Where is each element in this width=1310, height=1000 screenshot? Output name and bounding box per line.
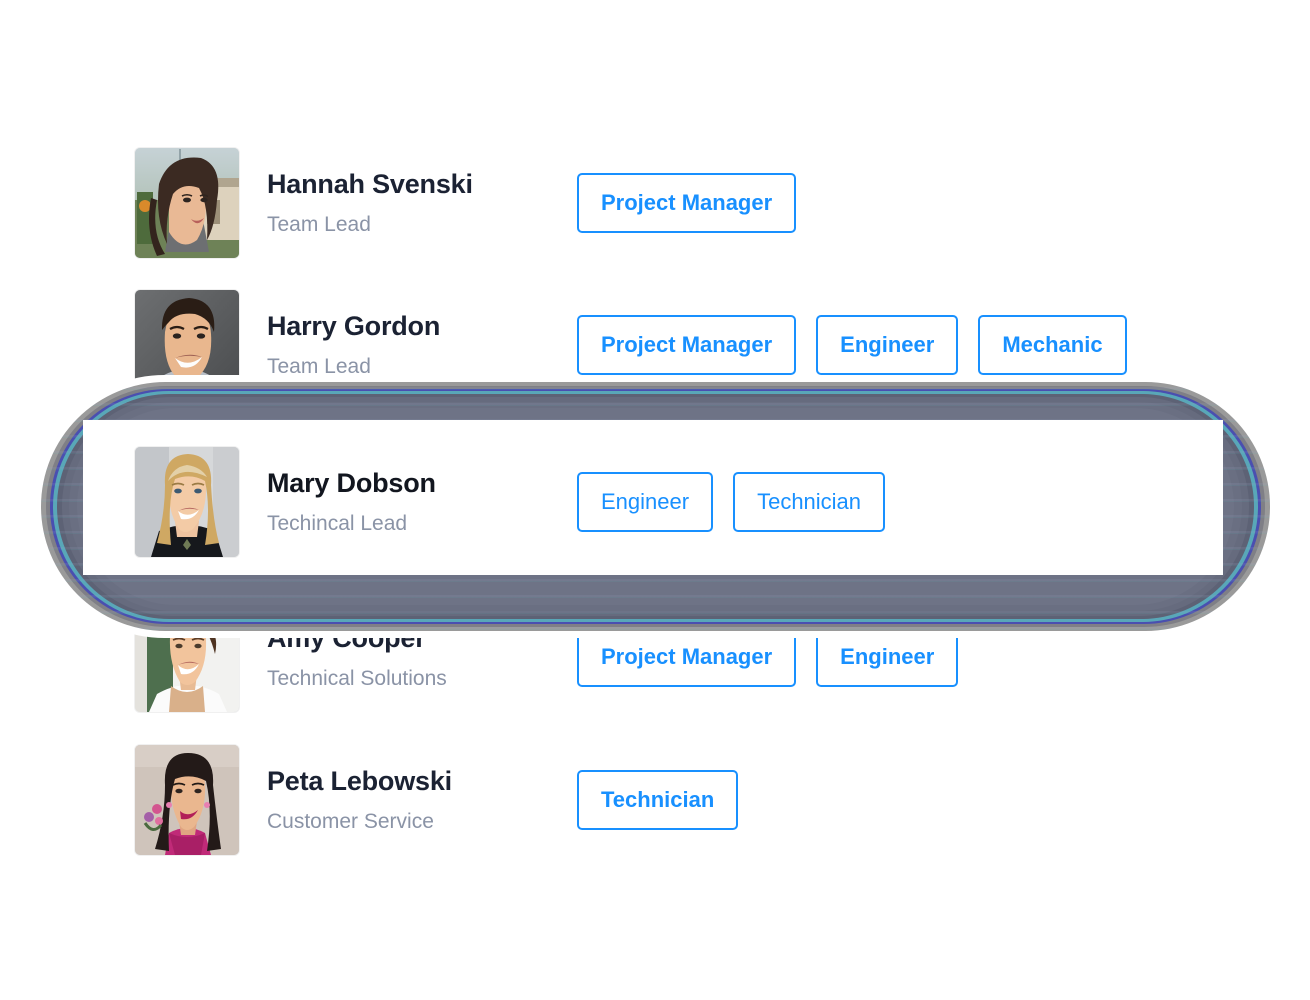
person-identity: Amy Cooper Technical Solutions	[267, 622, 567, 691]
list-item[interactable]: Harry Gordon Team Lead Project Manager E…	[135, 290, 1127, 400]
avatar	[135, 148, 239, 258]
avatar	[135, 290, 239, 400]
role-badge-group: Project Manager Engineer	[577, 627, 959, 687]
person-identity: Harry Gordon Team Lead	[267, 310, 567, 379]
role-badge[interactable]: Engineer	[816, 315, 959, 375]
person-name: Peta Lebowski	[267, 765, 452, 796]
role-badge[interactable]: Technician	[577, 770, 739, 830]
person-name: Hannah Svenski	[267, 168, 473, 199]
avatar	[135, 745, 239, 855]
role-badge-group: Project Manager	[577, 173, 797, 233]
person-name: Amy Cooper	[267, 622, 426, 653]
person-role: Team Lead	[267, 355, 371, 379]
role-badge[interactable]: Mechanic	[978, 315, 1127, 375]
list-item[interactable]: Peta Lebowski Customer Service Technicia…	[135, 745, 739, 855]
person-identity: Mary Dobson Techincal Lead	[267, 467, 567, 536]
person-name: Harry Gordon	[267, 310, 441, 341]
focused-person-card[interactable]: Mary Dobson Techincal Lead Engineer Tech…	[83, 420, 1223, 575]
role-badge[interactable]: Project Manager	[577, 315, 797, 375]
person-role: Customer Service	[267, 810, 434, 834]
list-item[interactable]: Hannah Svenski Team Lead Project Manager	[135, 148, 797, 258]
person-role: Techincal Lead	[267, 512, 408, 536]
role-badge-group: Engineer Technician	[577, 472, 886, 532]
role-badge-group: Project Manager Engineer Mechanic	[577, 315, 1127, 375]
list-item-focused[interactable]: Mary Dobson Techincal Lead Engineer Tech…	[135, 447, 886, 557]
person-identity: Hannah Svenski Team Lead	[267, 168, 567, 237]
avatar	[135, 447, 239, 557]
person-name: Mary Dobson	[267, 467, 436, 498]
person-role: Team Lead	[267, 213, 371, 237]
person-identity: Peta Lebowski Customer Service	[267, 765, 567, 834]
person-role: Technical Solutions	[267, 667, 447, 691]
role-badge[interactable]: Engineer	[577, 472, 714, 532]
role-badge[interactable]: Engineer	[816, 627, 959, 687]
role-badge-group: Technician	[577, 770, 739, 830]
role-badge[interactable]: Project Manager	[577, 173, 797, 233]
avatar	[135, 602, 239, 712]
role-badge[interactable]: Project Manager	[577, 627, 797, 687]
role-badge[interactable]: Technician	[733, 472, 886, 532]
list-item[interactable]: Amy Cooper Technical Solutions Project M…	[135, 602, 959, 712]
